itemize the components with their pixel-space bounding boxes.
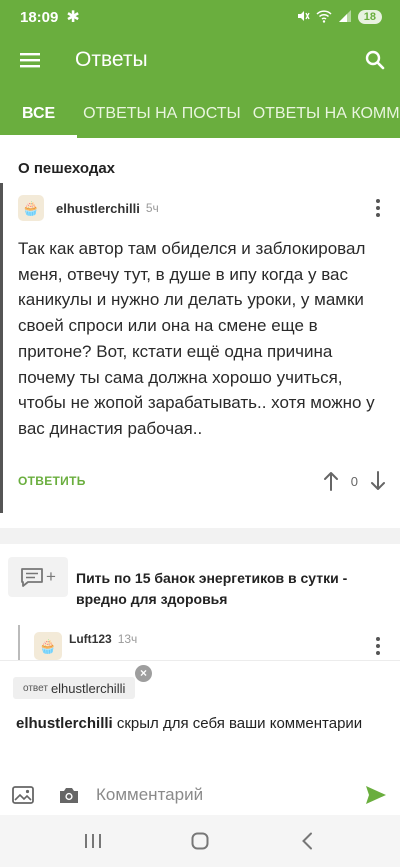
post-title-2[interactable]: Пить по 15 банок энергетиков в сутки - в… xyxy=(76,568,386,610)
comment-score: 0 xyxy=(350,473,358,489)
comment-composer xyxy=(0,775,400,815)
comment-text: Так как автор там обиделся и заблокирова… xyxy=(18,239,375,438)
signal-icon xyxy=(338,9,352,26)
tab-bar: ВСЕ ОТВЕТЫ НА ПОСТЫ ОТВЕТЫ НА КОММЕНТАРИ… xyxy=(0,86,400,138)
status-bar: 18:09 ✱ 18 xyxy=(0,0,400,34)
more-options-icon[interactable] xyxy=(368,195,388,221)
comment-input[interactable] xyxy=(92,775,352,815)
hidden-notice: elhustlerchilli скрыл для себя ваши комм… xyxy=(16,713,386,734)
comment-author[interactable]: elhustlerchilli xyxy=(56,201,140,216)
tab-all[interactable]: ВСЕ xyxy=(0,86,78,138)
comment-time: 5ч xyxy=(145,201,159,215)
wifi-icon xyxy=(316,9,332,26)
add-comment-icon[interactable]: + xyxy=(8,557,68,597)
camera-icon[interactable] xyxy=(46,786,92,804)
person-icon: ✱ xyxy=(66,9,80,26)
post-title[interactable]: О пешеходах xyxy=(18,160,115,177)
app-bar: Ответы xyxy=(0,34,400,86)
back-icon[interactable] xyxy=(277,821,337,861)
home-icon[interactable] xyxy=(170,821,230,861)
send-icon[interactable] xyxy=(352,785,400,805)
image-icon[interactable] xyxy=(0,786,46,804)
reply-panel: ответ elhustlerchilli × elhustlerchilli … xyxy=(0,660,400,775)
comment-header: 🧁 Luft123 13ч xyxy=(34,632,388,660)
recent-apps-icon[interactable] xyxy=(63,821,123,861)
reply-target: elhustlerchilli xyxy=(50,680,126,696)
reply-target-chip: ответ elhustlerchilli xyxy=(13,677,136,699)
section-divider xyxy=(0,528,400,544)
avatar[interactable]: 🧁 xyxy=(18,195,44,221)
comment-header: 🧁 elhustlerchilli 5ч xyxy=(18,195,388,221)
page-title: Ответы xyxy=(75,48,148,71)
comment-time: 13ч xyxy=(117,632,138,646)
system-nav-bar xyxy=(0,815,400,867)
notice-user: elhustlerchilli xyxy=(16,715,113,732)
avatar[interactable]: 🧁 xyxy=(34,632,62,660)
menu-icon[interactable] xyxy=(0,34,60,86)
tab-comment-replies[interactable]: ОТВЕТЫ НА КОММЕНТАРИИ xyxy=(247,86,400,138)
battery-badge: 18 xyxy=(357,10,382,24)
search-icon[interactable] xyxy=(350,34,400,86)
comment-author[interactable]: Luft123 xyxy=(69,632,112,646)
arrow-down-icon[interactable] xyxy=(370,471,386,491)
tab-post-replies[interactable]: ОТВЕТЫ НА ПОСТЫ xyxy=(77,86,247,138)
arrow-up-icon[interactable] xyxy=(323,471,339,491)
notice-text: скрыл для себя ваши комментарии xyxy=(112,715,363,732)
mute-icon xyxy=(296,9,310,26)
more-options-icon[interactable] xyxy=(368,633,388,659)
reply-button[interactable]: ОТВЕТИТЬ xyxy=(18,474,86,488)
reply-prefix: ответ xyxy=(23,682,48,694)
close-icon[interactable]: × xyxy=(135,665,152,682)
status-indicators: 18 xyxy=(296,9,382,26)
thread-line xyxy=(0,183,3,513)
status-time: 18:09 xyxy=(20,8,59,26)
vote-bar: 0 xyxy=(323,470,386,492)
